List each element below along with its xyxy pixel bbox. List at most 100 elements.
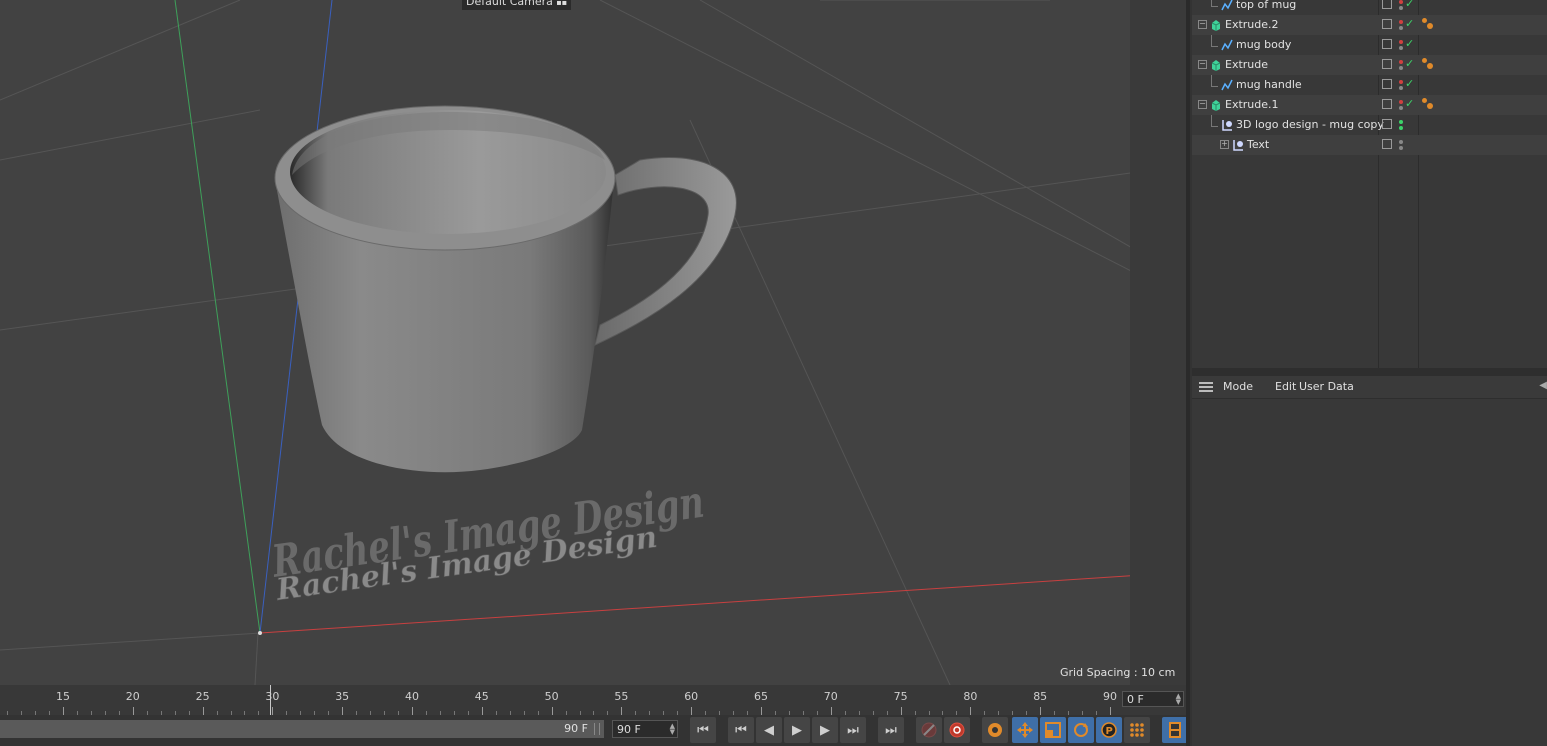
object-row[interactable]: 3D logo design - mug copy — [1192, 115, 1547, 135]
object-row[interactable]: mug body ✓ — [1192, 35, 1547, 55]
editor-visibility-dot[interactable] — [1399, 20, 1403, 24]
object-row[interactable]: − Extrude.1 ✓ — [1192, 95, 1547, 115]
editor-visibility-dot[interactable] — [1399, 140, 1403, 144]
tick-mark — [1110, 707, 1111, 715]
camera-label[interactable]: Default Camera ▪▪ — [462, 0, 572, 10]
material-tag-icon[interactable] — [1422, 58, 1427, 63]
previous-frame-button[interactable]: ◀ — [756, 717, 782, 743]
render-visibility-dot[interactable] — [1399, 146, 1403, 150]
expand-toggle-icon[interactable]: + — [1220, 140, 1229, 149]
render-visibility-dot[interactable] — [1399, 126, 1403, 130]
material-tag-icon[interactable] — [1427, 103, 1433, 109]
collapse-arrow-icon[interactable]: ◀ — [1539, 380, 1547, 391]
editor-visibility-dot[interactable] — [1399, 0, 1403, 4]
param-key-button[interactable]: P — [1096, 717, 1122, 743]
panel-divider[interactable] — [1186, 0, 1190, 746]
expand-toggle-icon[interactable]: − — [1198, 60, 1207, 69]
end-frame-field[interactable]: 90 F ▲ ▼ — [612, 720, 678, 738]
next-frame-button[interactable]: ▶ — [812, 717, 838, 743]
auto-key-button[interactable] — [944, 717, 970, 743]
enabled-check-icon[interactable]: ✓ — [1405, 78, 1414, 90]
expand-toggle-icon[interactable]: − — [1198, 20, 1207, 29]
frame-range-slider[interactable]: 90 F — [0, 720, 604, 738]
next-key-button[interactable]: ⏭ — [840, 717, 866, 743]
layer-edit-icon[interactable] — [1382, 39, 1392, 49]
layer-edit-icon[interactable] — [1382, 59, 1392, 69]
material-tag-icon[interactable] — [1427, 23, 1433, 29]
previous-key-button[interactable]: ⏮ — [728, 717, 754, 743]
point-level-button[interactable] — [1124, 717, 1150, 743]
tick-label: 75 — [893, 690, 908, 703]
render-visibility-dot[interactable] — [1399, 106, 1403, 110]
tick-mark — [830, 707, 832, 715]
render-visibility-dot[interactable] — [1399, 86, 1403, 90]
rotate-icon — [1074, 723, 1088, 737]
enabled-check-icon[interactable]: ✓ — [1405, 0, 1414, 10]
play-button[interactable]: ▶ — [784, 717, 810, 743]
spinner-icon[interactable]: ▲ ▼ — [1176, 693, 1181, 706]
object-name: mug handle — [1236, 78, 1302, 91]
editor-visibility-dot[interactable] — [1399, 80, 1403, 84]
key-settings-button[interactable] — [982, 717, 1008, 743]
tick-label: 35 — [335, 690, 350, 703]
range-grip-icon[interactable] — [594, 723, 600, 735]
editor-visibility-dot[interactable] — [1399, 100, 1403, 104]
go-to-start-button[interactable]: ⏮ — [690, 717, 716, 743]
material-tag-icon[interactable] — [1427, 63, 1433, 69]
render-visibility-dot[interactable] — [1399, 66, 1403, 70]
layer-edit-icon[interactable] — [1382, 119, 1392, 129]
enabled-check-icon[interactable]: ✓ — [1405, 18, 1414, 30]
layer-edit-icon[interactable] — [1382, 19, 1392, 29]
3d-viewport[interactable]: Rachel's Image Design Rachel's Image Des… — [0, 0, 1188, 685]
record-keys-button[interactable] — [916, 717, 942, 743]
menu-mode[interactable]: Mode — [1223, 380, 1253, 393]
play-icon: ▶ — [792, 722, 802, 738]
current-frame-field[interactable]: 0 F ▲ ▼ — [1122, 691, 1184, 707]
hamburger-menu-icon[interactable] — [1199, 382, 1213, 392]
tick-mark — [342, 707, 344, 715]
move-key-button[interactable] — [1012, 717, 1038, 743]
layer-edit-icon[interactable] — [1382, 139, 1392, 149]
object-row[interactable]: − Extrude ✓ — [1192, 55, 1547, 75]
menu-edit[interactable]: Edit — [1275, 380, 1296, 393]
scale-key-button[interactable] — [1040, 717, 1066, 743]
tick-label: 65 — [754, 690, 768, 703]
timeline-ruler[interactable]: 15 20 25 30 35 40 45 50 55 60 65 70 75 80 85 90 — [0, 685, 1188, 715]
logo-text-mesh: Rachel's Image Design Rachel's Image Des… — [268, 476, 707, 608]
end-frame-value: 90 F — [617, 723, 641, 736]
previous-key-icon: ⏮ — [735, 722, 747, 738]
render-visibility-dot[interactable] — [1399, 26, 1403, 30]
object-row[interactable]: top of mug ✓ — [1192, 0, 1547, 15]
editor-visibility-dot[interactable] — [1399, 60, 1403, 64]
expand-toggle-icon[interactable]: − — [1198, 100, 1207, 109]
object-name: Extrude.1 — [1225, 98, 1279, 111]
render-visibility-dot[interactable] — [1399, 6, 1403, 10]
editor-visibility-dot[interactable] — [1399, 40, 1403, 44]
editor-visibility-dot[interactable] — [1399, 120, 1403, 124]
object-row[interactable]: − Extrude.2 ✓ — [1192, 15, 1547, 35]
material-tag-icon[interactable] — [1422, 98, 1427, 103]
tick-label: 30 — [265, 690, 280, 703]
spinner-icon[interactable]: ▲ ▼ — [670, 723, 675, 736]
object-row[interactable]: + Text — [1192, 135, 1547, 155]
object-row[interactable]: mug handle ✓ — [1192, 75, 1547, 95]
enabled-check-icon[interactable]: ✓ — [1405, 98, 1414, 110]
go-to-end-button[interactable]: ⏭ — [878, 717, 904, 743]
material-tag-icon[interactable] — [1422, 18, 1427, 23]
render-visibility-dot[interactable] — [1399, 46, 1403, 50]
next-frame-icon: ▶ — [820, 722, 830, 738]
enabled-check-icon[interactable]: ✓ — [1405, 58, 1414, 70]
layer-edit-icon[interactable] — [1382, 0, 1392, 9]
tick-label: 20 — [125, 690, 140, 703]
object-name: Extrude — [1225, 58, 1269, 71]
menu-user-data[interactable]: User Data — [1299, 380, 1354, 393]
extrude-icon — [1210, 59, 1222, 71]
layer-edit-icon[interactable] — [1382, 79, 1392, 89]
previous-frame-icon: ◀ — [764, 722, 774, 738]
timeline-window-button[interactable] — [1162, 717, 1188, 743]
layer-edit-icon[interactable] — [1382, 99, 1392, 109]
panel-separator[interactable] — [1192, 368, 1547, 376]
enabled-check-icon[interactable]: ✓ — [1405, 38, 1414, 50]
rotate-key-button[interactable] — [1068, 717, 1094, 743]
tick-row — [0, 707, 1120, 715]
